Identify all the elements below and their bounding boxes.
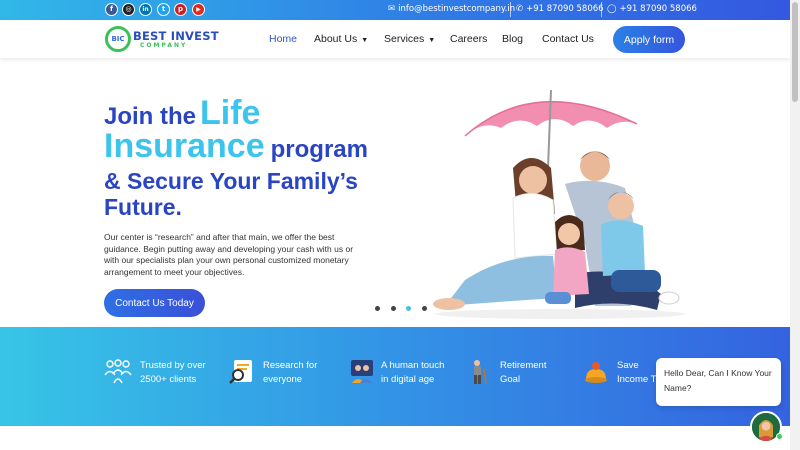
- phone-link[interactable]: ✆ +91 87090 58066: [516, 4, 604, 14]
- savings-icon: [585, 362, 607, 383]
- nav-careers[interactable]: Careers: [450, 33, 487, 45]
- apply-form-button[interactable]: Apply form: [613, 26, 685, 53]
- nav-home[interactable]: Home: [269, 33, 297, 45]
- whatsapp-text: +91 87090 58066: [619, 4, 697, 14]
- nav-services[interactable]: Services ▼: [384, 33, 435, 45]
- online-status-dot: [776, 433, 783, 440]
- nav-blog[interactable]: Blog: [502, 33, 523, 45]
- hero-title-line3: & Secure Your Family’s: [104, 168, 358, 194]
- nav-contact[interactable]: Contact Us: [542, 33, 594, 45]
- hero-title-line4: Future.: [104, 194, 182, 220]
- chat-bubble[interactable]: Hello Dear, Can I Know Your Name?: [656, 358, 781, 406]
- retirement-icon: [474, 360, 487, 385]
- mail-icon: ✉: [388, 4, 396, 14]
- feature-human-touch: A human touch in digital age: [381, 360, 445, 385]
- email-text: info@bestinvestcompany.in: [398, 4, 516, 14]
- whatsapp-link[interactable]: ◯ +91 87090 58066: [607, 4, 697, 14]
- feature-clients: Trusted by over 2500+ clients: [140, 360, 206, 385]
- slider-dot[interactable]: [391, 306, 396, 311]
- hero-title-line2: Insurance program: [104, 127, 368, 165]
- family-umbrella-image: [433, 89, 685, 319]
- instagram-icon[interactable]: ◎: [122, 3, 135, 16]
- youtube-icon[interactable]: ▶: [192, 3, 205, 16]
- twitter-icon[interactable]: t: [157, 3, 170, 16]
- logo-subtitle: COMPANY: [140, 42, 188, 49]
- feature-save-income: Save Income T: [617, 360, 657, 385]
- facebook-icon[interactable]: f: [105, 3, 118, 16]
- phone-text: +91 87090 58066: [526, 4, 604, 14]
- chevron-down-icon: ▼: [361, 37, 369, 44]
- linkedin-icon[interactable]: in: [139, 3, 152, 16]
- logo-title[interactable]: BEST INVEST: [133, 29, 219, 43]
- slider-dot[interactable]: [375, 306, 380, 311]
- scrollbar-thumb[interactable]: [792, 2, 798, 102]
- hero-description: Our center is “research” and after that …: [104, 232, 354, 277]
- research-icon: [229, 360, 252, 384]
- pinterest-icon[interactable]: p: [174, 3, 187, 16]
- divider: [510, 2, 511, 17]
- chevron-down-icon: ▼: [428, 37, 436, 44]
- handshake-icon: [351, 360, 373, 383]
- slider-dot-active[interactable]: [406, 306, 411, 311]
- top-bar: f ◎ in t p ▶ ✉ info@bestinvestcompany.in…: [0, 0, 790, 20]
- divider: [601, 2, 602, 17]
- email-link[interactable]: ✉ info@bestinvestcompany.in: [388, 4, 515, 14]
- people-icon: [104, 359, 132, 384]
- phone-icon: ✆: [516, 4, 524, 14]
- contact-us-button[interactable]: Contact Us Today: [104, 289, 205, 317]
- feature-research: Research for everyone: [263, 360, 318, 385]
- nav-about[interactable]: About Us ▼: [314, 33, 368, 45]
- whatsapp-icon: ◯: [607, 4, 617, 14]
- feature-retirement: Retirement Goal: [500, 360, 547, 385]
- logo-mark[interactable]: BIC: [105, 26, 131, 52]
- site-header: BIC BEST INVEST COMPANY Home About Us ▼ S…: [0, 20, 790, 58]
